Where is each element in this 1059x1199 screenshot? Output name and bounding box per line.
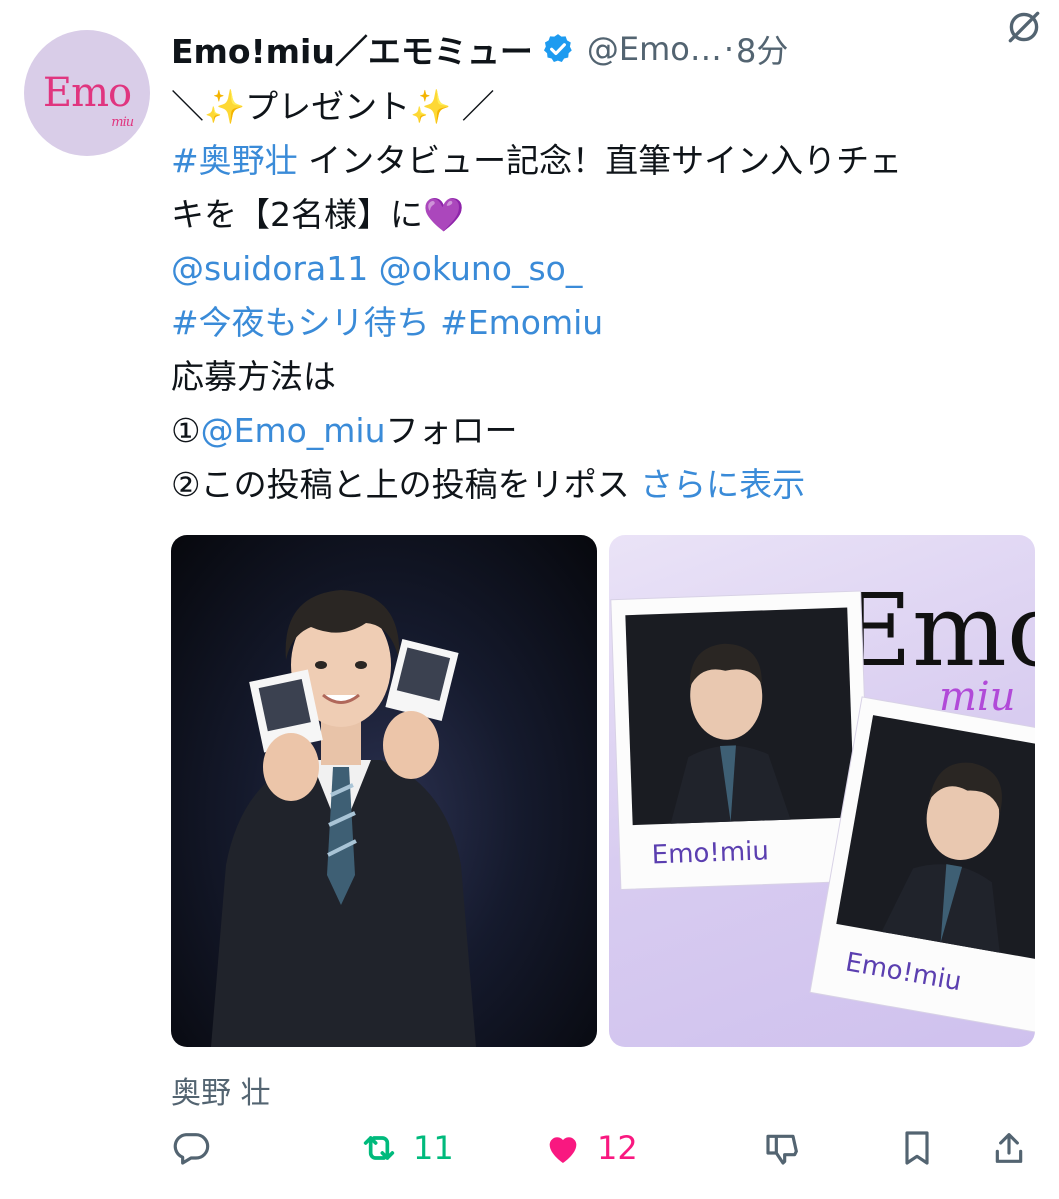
overlay-logo-text: Emo bbox=[839, 572, 1035, 689]
tweet-text: ＼✨プレゼント✨ ／ #奥野壮 インタビュー記念！直筆サイン入りチェ キを【2名… bbox=[171, 80, 1041, 512]
downvote-button[interactable] bbox=[763, 1120, 803, 1176]
text-line-3: キを【2名様】に💜 bbox=[171, 195, 465, 234]
hashtag-link[interactable]: #奥野壮 bbox=[171, 141, 298, 180]
media-caption[interactable]: 奥野 壮 bbox=[171, 1068, 271, 1112]
bookmark-icon bbox=[905, 1131, 929, 1165]
like-button[interactable]: 12 bbox=[543, 1120, 638, 1176]
retweet-icon bbox=[363, 1136, 395, 1160]
polaroid-photo-icon: Emo miu Emo!miu Emo!miu bbox=[610, 572, 1035, 1037]
separator-dot: · bbox=[723, 30, 734, 68]
downvote-icon bbox=[766, 1134, 798, 1165]
text-segment: インタビュー記念！直筆サイン入りチェ bbox=[297, 141, 903, 180]
text-line-6: 応募方法は bbox=[171, 357, 336, 396]
bookmark-button[interactable] bbox=[897, 1120, 937, 1176]
hashtag-links[interactable]: #今夜もシリ待ち #Emomiu bbox=[171, 296, 1041, 350]
heart-icon bbox=[549, 1137, 577, 1163]
reply-button[interactable] bbox=[171, 1120, 211, 1176]
share-icon bbox=[995, 1133, 1023, 1163]
media-photo-1[interactable] bbox=[171, 535, 597, 1047]
show-more-link[interactable]: さらに表示 bbox=[640, 465, 805, 504]
timestamp[interactable]: 8分 bbox=[736, 26, 788, 72]
svg-text:Emo!miu: Emo!miu bbox=[651, 836, 769, 870]
author-name[interactable]: Emo!miu／エモミュー bbox=[171, 25, 533, 73]
text-segment: ① bbox=[171, 411, 201, 450]
share-button[interactable] bbox=[989, 1120, 1029, 1176]
tweet-header: Emo!miu／エモミュー @Emo… · 8分 bbox=[171, 24, 1039, 74]
text-segment: フォロー bbox=[385, 411, 518, 450]
media-photo-2[interactable]: Emo miu Emo!miu Emo!miu bbox=[609, 535, 1035, 1047]
mention-link[interactable]: @Emo_miu bbox=[201, 411, 386, 450]
text-line-8: ②この投稿と上の投稿をリポス さらに表示 bbox=[171, 458, 1041, 512]
person-photo-icon bbox=[211, 590, 476, 1047]
verified-badge-icon bbox=[543, 34, 572, 63]
media-grid: Emo miu Emo!miu Emo!miu bbox=[171, 535, 1035, 1047]
mention-links[interactable]: @suidora11 @okuno_so_ bbox=[171, 242, 1041, 296]
avatar-logo: Emo miu bbox=[42, 70, 134, 130]
retweet-button[interactable]: 11 bbox=[359, 1120, 454, 1176]
grok-icon[interactable] bbox=[1003, 6, 1045, 48]
avatar[interactable]: Emo miu bbox=[24, 30, 150, 156]
text-line-7: ①@Emo_miuフォロー bbox=[171, 404, 1041, 458]
like-count: 12 bbox=[597, 1129, 638, 1167]
text-line-1: ＼✨プレゼント✨ ／ bbox=[171, 87, 495, 126]
tweet-actions: 11 12 bbox=[171, 1120, 1031, 1176]
author-handle[interactable]: @Emo… bbox=[587, 30, 722, 68]
reply-icon bbox=[173, 1133, 210, 1165]
text-line-2: #奥野壮 インタビュー記念！直筆サイン入りチェ bbox=[171, 134, 1041, 188]
text-segment: ②この投稿と上の投稿をリポス bbox=[171, 465, 630, 504]
retweet-count: 11 bbox=[413, 1129, 454, 1167]
